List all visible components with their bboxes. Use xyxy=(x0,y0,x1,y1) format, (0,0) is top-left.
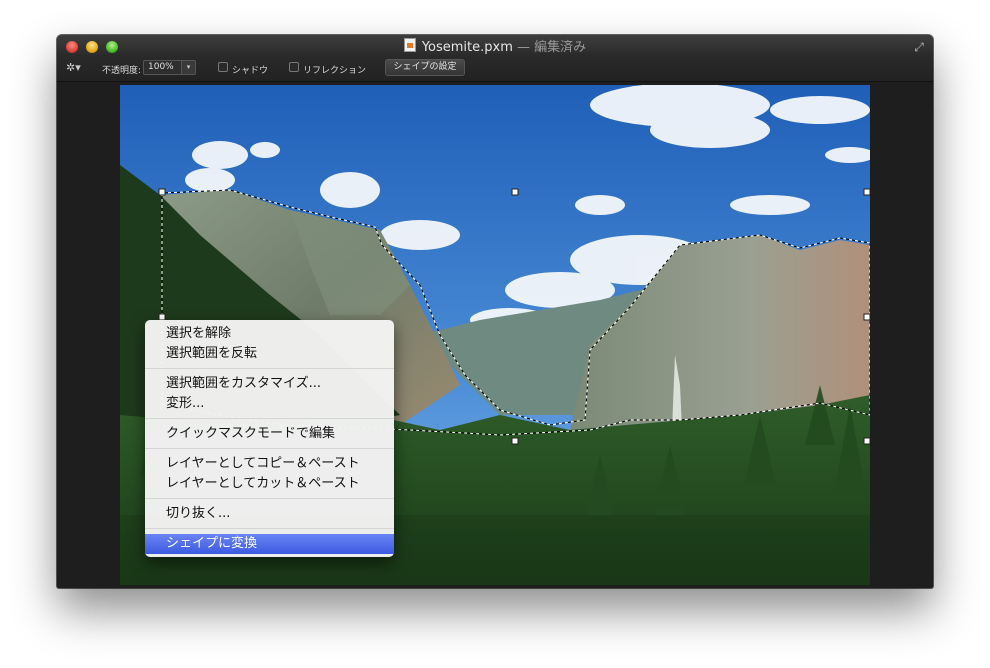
selection-handle[interactable] xyxy=(511,437,519,445)
selection-handle[interactable] xyxy=(863,437,870,445)
window-title-status: — 編集済み xyxy=(517,40,587,55)
menu-item-deselect[interactable]: 選択を解除 xyxy=(145,324,394,344)
menu-separator xyxy=(145,498,394,499)
selection-handle[interactable] xyxy=(863,313,870,321)
title-bar: Yosemite.pxm — 編集済み ⤢ ✲▾ 不透明度: 100% ▾ シャ… xyxy=(57,35,933,82)
reflection-label: リフレクション xyxy=(303,66,367,76)
menu-separator xyxy=(145,448,394,449)
menu-item-quick-mask[interactable]: クイックマスクモードで編集 xyxy=(145,424,394,444)
menu-separator xyxy=(145,418,394,419)
selection-handle[interactable] xyxy=(511,188,519,196)
window-title: Yosemite.pxm — 編集済み xyxy=(57,38,933,56)
gear-icon[interactable]: ✲▾ xyxy=(66,61,81,74)
opacity-label: 不透明度: xyxy=(102,66,142,76)
menu-item-convert-to-shape[interactable]: シェイプに変換 xyxy=(145,534,394,554)
selection-handle[interactable] xyxy=(158,188,166,196)
shadow-checkbox[interactable] xyxy=(218,62,228,72)
menu-item-transform[interactable]: 変形... xyxy=(145,394,394,414)
context-menu: 選択を解除 選択範囲を反転 選択範囲をカスタマイズ... 変形... クイックマ… xyxy=(145,320,394,557)
opacity-dropdown-button[interactable]: ▾ xyxy=(181,60,196,75)
menu-item-invert-selection[interactable]: 選択範囲を反転 xyxy=(145,344,394,364)
editor-window: Yosemite.pxm — 編集済み ⤢ ✲▾ 不透明度: 100% ▾ シャ… xyxy=(57,35,933,588)
shadow-label: シャドウ xyxy=(232,66,269,76)
window-title-filename: Yosemite.pxm xyxy=(421,40,513,55)
menu-separator xyxy=(145,368,394,369)
menu-item-cut-paste-layer[interactable]: レイヤーとしてカット＆ペースト xyxy=(145,474,394,494)
menu-separator xyxy=(145,528,394,529)
document-icon xyxy=(403,38,416,52)
fullscreen-icon[interactable]: ⤢ xyxy=(912,40,926,54)
shape-settings-button[interactable]: シェイプの設定 xyxy=(385,59,465,76)
selection-handle[interactable] xyxy=(863,188,870,196)
toolbar: ✲▾ 不透明度: 100% ▾ シャドウ リフレクション シェイプの設定 xyxy=(57,57,933,79)
reflection-checkbox[interactable] xyxy=(289,62,299,72)
menu-item-crop[interactable]: 切り抜く... xyxy=(145,504,394,524)
menu-item-copy-paste-layer[interactable]: レイヤーとしてコピー＆ペースト xyxy=(145,454,394,474)
menu-item-customize-selection[interactable]: 選択範囲をカスタマイズ... xyxy=(145,374,394,394)
